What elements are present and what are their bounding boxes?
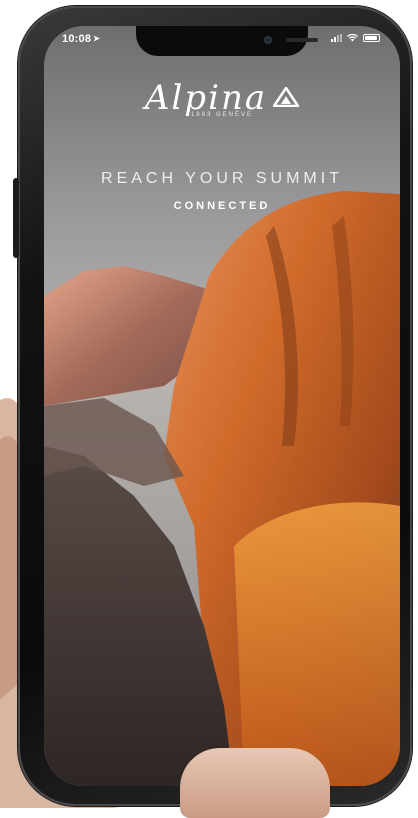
battery-icon xyxy=(363,34,380,42)
status-icons xyxy=(331,34,380,42)
time-label: 10:08 xyxy=(62,33,92,45)
side-button xyxy=(13,178,19,258)
phone-screen: 10:08 ➤ Alpina 1883 GENÈVE REACH YOUR SUM… xyxy=(44,26,400,786)
notch xyxy=(136,26,318,56)
mountain-background-image xyxy=(44,26,400,786)
status-time: 10:08 ➤ xyxy=(62,33,100,45)
brand-subline: 1883 GENÈVE xyxy=(190,112,254,118)
hero-headline: REACH YOUR SUMMIT xyxy=(101,170,343,187)
hero-subheadline: CONNECTED xyxy=(173,200,271,212)
cellular-signal-icon xyxy=(331,34,342,42)
front-camera xyxy=(264,36,272,44)
location-arrow-icon: ➤ xyxy=(93,34,101,43)
earpiece-speaker xyxy=(286,38,318,42)
wifi-icon xyxy=(347,34,358,42)
triangle-logo-icon xyxy=(273,87,300,107)
